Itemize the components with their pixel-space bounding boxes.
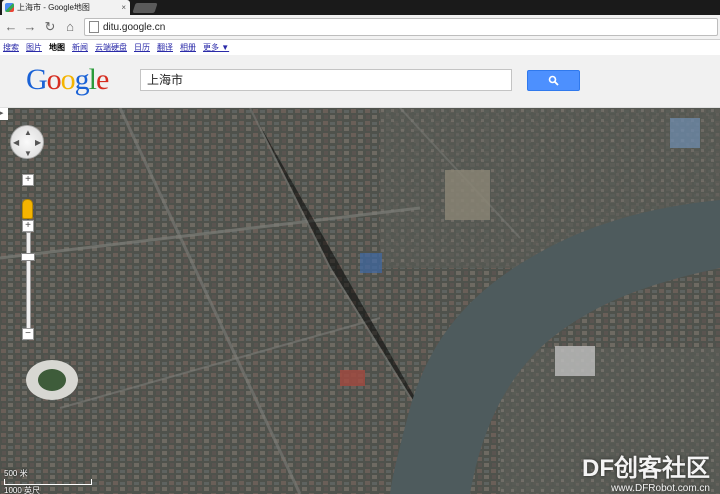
browser-toolbar: ← → ↻ ⌂ ditu.google.cn bbox=[0, 15, 720, 40]
scale-imperial-label: 1000 英尺 bbox=[4, 486, 41, 494]
browser-tab[interactable]: 上海市 - Google地图 × bbox=[2, 0, 130, 15]
address-bar[interactable]: ditu.google.cn bbox=[84, 18, 718, 36]
forward-arrow-icon[interactable]: → bbox=[22, 19, 38, 35]
logo-letter: G bbox=[26, 63, 48, 96]
zoom-in-button[interactable]: + bbox=[22, 174, 34, 186]
back-arrow-icon[interactable]: ← bbox=[3, 19, 19, 35]
search-input[interactable]: 上海市 bbox=[140, 69, 512, 91]
zoom-out-wrapper: − bbox=[22, 328, 34, 340]
logo-letter: g bbox=[74, 63, 90, 96]
pan-up-icon[interactable]: ▲ bbox=[24, 128, 32, 137]
zoom-slider-thumb[interactable] bbox=[21, 253, 35, 261]
zoom-out-button[interactable]: − bbox=[22, 328, 34, 340]
map-scale: 500 米 1000 英尺 bbox=[4, 468, 92, 494]
browser-tab-strip: 上海市 - Google地图 × bbox=[0, 0, 720, 15]
pan-down-icon[interactable]: ▼ bbox=[24, 149, 32, 158]
gbar-link[interactable]: 更多 ▼ bbox=[203, 42, 229, 53]
gbar-link[interactable]: 图片 bbox=[26, 42, 42, 53]
gbar-link[interactable]: 日历 bbox=[134, 42, 150, 53]
pan-control[interactable]: ▲ ▼ ◀ ▶ bbox=[10, 125, 44, 159]
google-nav-bar: 搜索 图片 地图 新闻 云端硬盘 日历 翻译 相册 更多 ▼ bbox=[0, 40, 720, 54]
gbar-link[interactable]: 地图 bbox=[49, 42, 65, 53]
watermark: DF创客社区 www.DFRobot.com.cn bbox=[582, 448, 710, 494]
search-button[interactable] bbox=[527, 70, 580, 91]
scale-metric-label: 500 米 bbox=[4, 469, 28, 478]
collapse-panel-toggle[interactable]: ▸ bbox=[0, 108, 8, 120]
new-tab-button[interactable] bbox=[132, 3, 158, 13]
reload-icon[interactable]: ↻ bbox=[42, 19, 58, 35]
pan-right-icon[interactable]: ▶ bbox=[35, 138, 41, 147]
satellite-map[interactable]: ▸ ▲ ▼ ◀ ▶ + + − 500 米 1000 英尺 DF创客社区 www… bbox=[0, 108, 720, 494]
zoom-control: + bbox=[22, 174, 38, 186]
gbar-link[interactable]: 搜索 bbox=[3, 42, 19, 53]
zoom-in-small: + bbox=[22, 220, 34, 232]
watermark-url: www.DFRobot.com.cn bbox=[611, 483, 710, 494]
gbar-link[interactable]: 云端硬盘 bbox=[95, 42, 127, 53]
google-maps-favicon-icon bbox=[5, 3, 14, 12]
street-view-pegman-icon[interactable] bbox=[22, 199, 33, 219]
watermark-title: DF创客社区 bbox=[582, 455, 710, 482]
map-imagery bbox=[0, 108, 720, 494]
page-icon bbox=[89, 21, 99, 33]
logo-letter: e bbox=[96, 63, 109, 96]
tab-close-icon[interactable]: × bbox=[121, 3, 126, 12]
logo-letter: o bbox=[60, 63, 76, 96]
magnifier-icon bbox=[548, 75, 559, 86]
home-icon[interactable]: ⌂ bbox=[62, 19, 78, 35]
maps-header: Google 上海市 bbox=[0, 55, 720, 108]
gbar-link[interactable]: 翻译 bbox=[157, 42, 173, 53]
logo-letter: l bbox=[88, 63, 97, 96]
pan-left-icon[interactable]: ◀ bbox=[13, 138, 19, 147]
address-url: ditu.google.cn bbox=[103, 21, 166, 33]
logo-letter: o bbox=[46, 63, 62, 96]
gbar-link[interactable]: 相册 bbox=[180, 42, 196, 53]
zoom-in-step-button[interactable]: + bbox=[22, 220, 34, 232]
gbar-link[interactable]: 新闻 bbox=[72, 42, 88, 53]
zoom-slider-track[interactable] bbox=[26, 232, 31, 330]
tab-title: 上海市 - Google地图 bbox=[17, 3, 90, 12]
google-logo[interactable]: Google bbox=[26, 63, 109, 97]
